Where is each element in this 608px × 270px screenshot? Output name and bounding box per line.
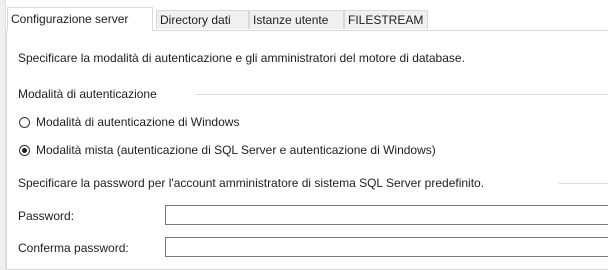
tab-label: FILESTREAM	[348, 13, 424, 27]
tab-directory-dati[interactable]: Directory dati	[156, 10, 249, 29]
password-field[interactable]	[165, 205, 608, 225]
password-section-divider	[559, 183, 608, 184]
tab-filestream[interactable]: FILESTREAM	[344, 10, 428, 29]
tab-label: Directory dati	[160, 13, 231, 27]
tab-istanze-utente[interactable]: Istanze utente	[249, 10, 344, 29]
radio-selected-dot	[22, 148, 27, 153]
radio-mixed-mode[interactable]	[19, 145, 30, 156]
password-label: Password:	[18, 209, 75, 223]
server-configuration-panel: Specificare la modalità di autenticazion…	[6, 31, 608, 270]
radio-windows-auth[interactable]	[19, 117, 30, 128]
tab-bar: Configurazione server Directory dati Ist…	[7, 7, 608, 31]
radio-mixed-mode-label[interactable]: Modalità mista (autenticazione di SQL Se…	[36, 143, 436, 157]
auth-group-label: Modalità di autenticazione	[18, 87, 157, 101]
tab-label: Configurazione server	[11, 12, 129, 26]
auth-group-divider	[195, 94, 608, 95]
radio-windows-auth-label[interactable]: Modalità di autenticazione di Windows	[36, 115, 239, 129]
password-section-label: Specificare la password per l'account am…	[18, 176, 485, 190]
description-text: Specificare la modalità di autenticazion…	[18, 51, 465, 65]
tab-configurazione-server[interactable]: Configurazione server	[7, 7, 153, 31]
tab-label: Istanze utente	[253, 13, 329, 27]
confirm-password-field[interactable]	[165, 237, 608, 257]
confirm-password-label: Conferma password:	[18, 241, 129, 255]
